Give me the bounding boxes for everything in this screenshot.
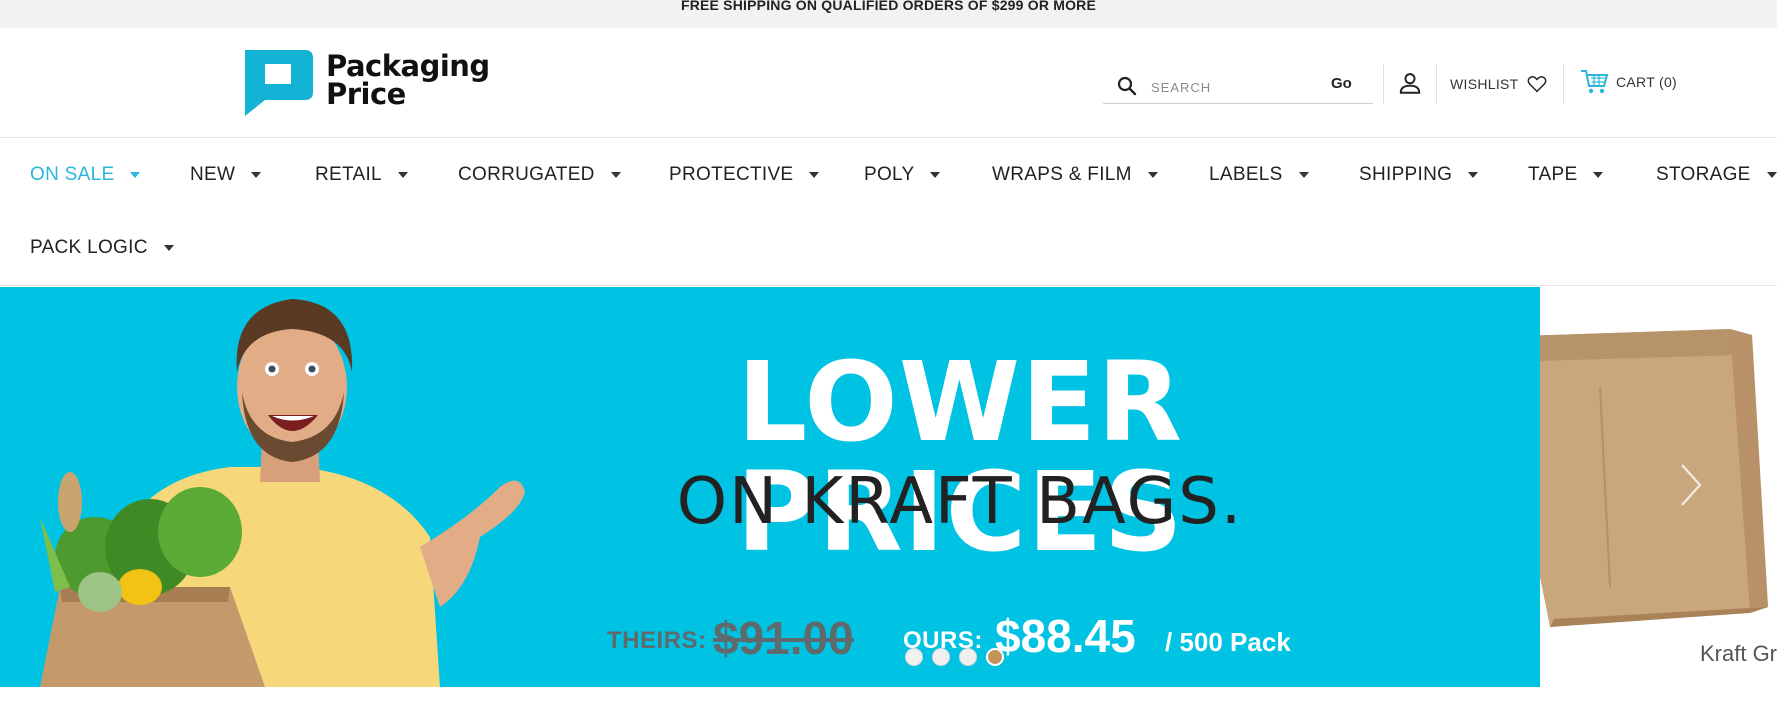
cart-link[interactable]: CART (0) <box>1580 68 1677 96</box>
brand-name-line1: Packaging <box>326 49 490 83</box>
cart-label: CART (0) <box>1616 74 1678 90</box>
slide-indicators <box>905 648 1004 666</box>
wishlist-label: WISHLIST <box>1450 76 1519 92</box>
nav-item-new[interactable]: NEW <box>190 163 262 187</box>
announcement-text: FREE SHIPPING ON QUALIFIED ORDERS OF $29… <box>680 0 1097 13</box>
header-divider <box>1436 64 1437 104</box>
hero-man-with-grocery-bag-image <box>40 299 525 687</box>
site-header: Packaging Price Go WISHLIST <box>0 28 1777 138</box>
nav-item-on-sale[interactable]: ON SALE <box>30 163 141 187</box>
caret-down-icon <box>163 245 174 251</box>
nav-item-label: PACK LOGIC <box>30 237 148 258</box>
search-go-button[interactable]: Go <box>1331 75 1352 92</box>
nav-item-label: TAPE <box>1528 164 1578 185</box>
shopping-cart-icon <box>1581 70 1609 94</box>
ours-price: $88.45 <box>995 610 1136 662</box>
caret-down-icon <box>809 172 820 178</box>
wishlist-link[interactable]: WISHLIST <box>1450 72 1547 96</box>
header-divider <box>1563 64 1564 104</box>
nav-item-shipping[interactable]: SHIPPING <box>1359 163 1479 187</box>
brand-logo[interactable]: Packaging Price <box>245 50 490 118</box>
hero-banner[interactable]: LOWER PRICES ON KRAFT BAGS. THEIRS: $91.… <box>0 287 1540 687</box>
user-icon[interactable] <box>1397 70 1423 96</box>
announcement-bar: FREE SHIPPING ON QUALIFIED ORDERS OF $29… <box>0 0 1777 28</box>
slide-dot-1[interactable] <box>905 648 923 666</box>
nav-item-label: RETAIL <box>315 164 382 185</box>
nav-item-tape[interactable]: TAPE <box>1528 163 1604 187</box>
nav-item-pack-logic[interactable]: PACK LOGIC <box>30 236 174 260</box>
caret-down-icon <box>610 172 621 178</box>
nav-item-poly[interactable]: POLY <box>864 163 941 187</box>
caret-down-icon <box>130 172 141 178</box>
slide-dot-3[interactable] <box>959 648 977 666</box>
nav-item-label: NEW <box>190 164 236 185</box>
theirs-label: THEIRS: <box>607 627 707 654</box>
caret-down-icon <box>1593 172 1604 178</box>
nav-item-label: PROTECTIVE <box>669 164 794 185</box>
caret-down-icon <box>930 172 941 178</box>
brand-name: Packaging Price <box>326 49 490 111</box>
nav-item-label: POLY <box>864 164 915 185</box>
caret-down-icon <box>1468 172 1479 178</box>
chevron-right-icon[interactable] <box>1678 462 1704 508</box>
nav-item-label: WRAPS & FILM <box>992 164 1132 185</box>
nav-item-label: ON SALE <box>30 164 115 185</box>
slide-dot-4[interactable] <box>986 648 1004 666</box>
kraft-bag-image <box>1540 329 1768 627</box>
brand-logo-icon <box>245 50 313 116</box>
nav-item-corrugated[interactable]: CORRUGATED <box>458 163 621 187</box>
nav-item-labels[interactable]: LABELS <box>1209 163 1309 187</box>
caret-down-icon <box>251 172 262 178</box>
brand-name-line2: Price <box>326 77 406 111</box>
nav-item-storage[interactable]: STORAGE <box>1656 163 1777 187</box>
search-input[interactable] <box>1151 76 1321 98</box>
hero-subtitle: ON KRAFT BAGS. <box>676 465 1244 539</box>
main-navigation: ON SALE NEW RETAIL CORRUGATED PROTECTIVE… <box>0 138 1777 286</box>
next-slide-preview <box>1540 287 1777 687</box>
nav-item-label: SHIPPING <box>1359 164 1453 185</box>
nav-item-retail[interactable]: RETAIL <box>315 163 408 187</box>
slide-dot-2[interactable] <box>932 648 950 666</box>
nav-item-protective[interactable]: PROTECTIVE <box>669 163 820 187</box>
caret-down-icon <box>1766 172 1777 178</box>
caret-down-icon <box>397 172 408 178</box>
pack-size: / 500 Pack <box>1165 627 1291 657</box>
search-bar: Go <box>1103 70 1373 104</box>
header-divider <box>1383 64 1384 104</box>
theirs-price: $91.00 <box>713 612 854 664</box>
nav-item-label: LABELS <box>1209 164 1283 185</box>
nav-item-wraps-film[interactable]: WRAPS & FILM <box>992 163 1158 187</box>
next-slide-label: Kraft Gr <box>1700 641 1777 666</box>
caret-down-icon <box>1147 172 1158 178</box>
heart-icon <box>1527 76 1546 93</box>
nav-item-label: CORRUGATED <box>458 164 595 185</box>
search-icon[interactable] <box>1117 76 1137 96</box>
caret-down-icon <box>1298 172 1309 178</box>
nav-item-label: STORAGE <box>1656 164 1751 185</box>
